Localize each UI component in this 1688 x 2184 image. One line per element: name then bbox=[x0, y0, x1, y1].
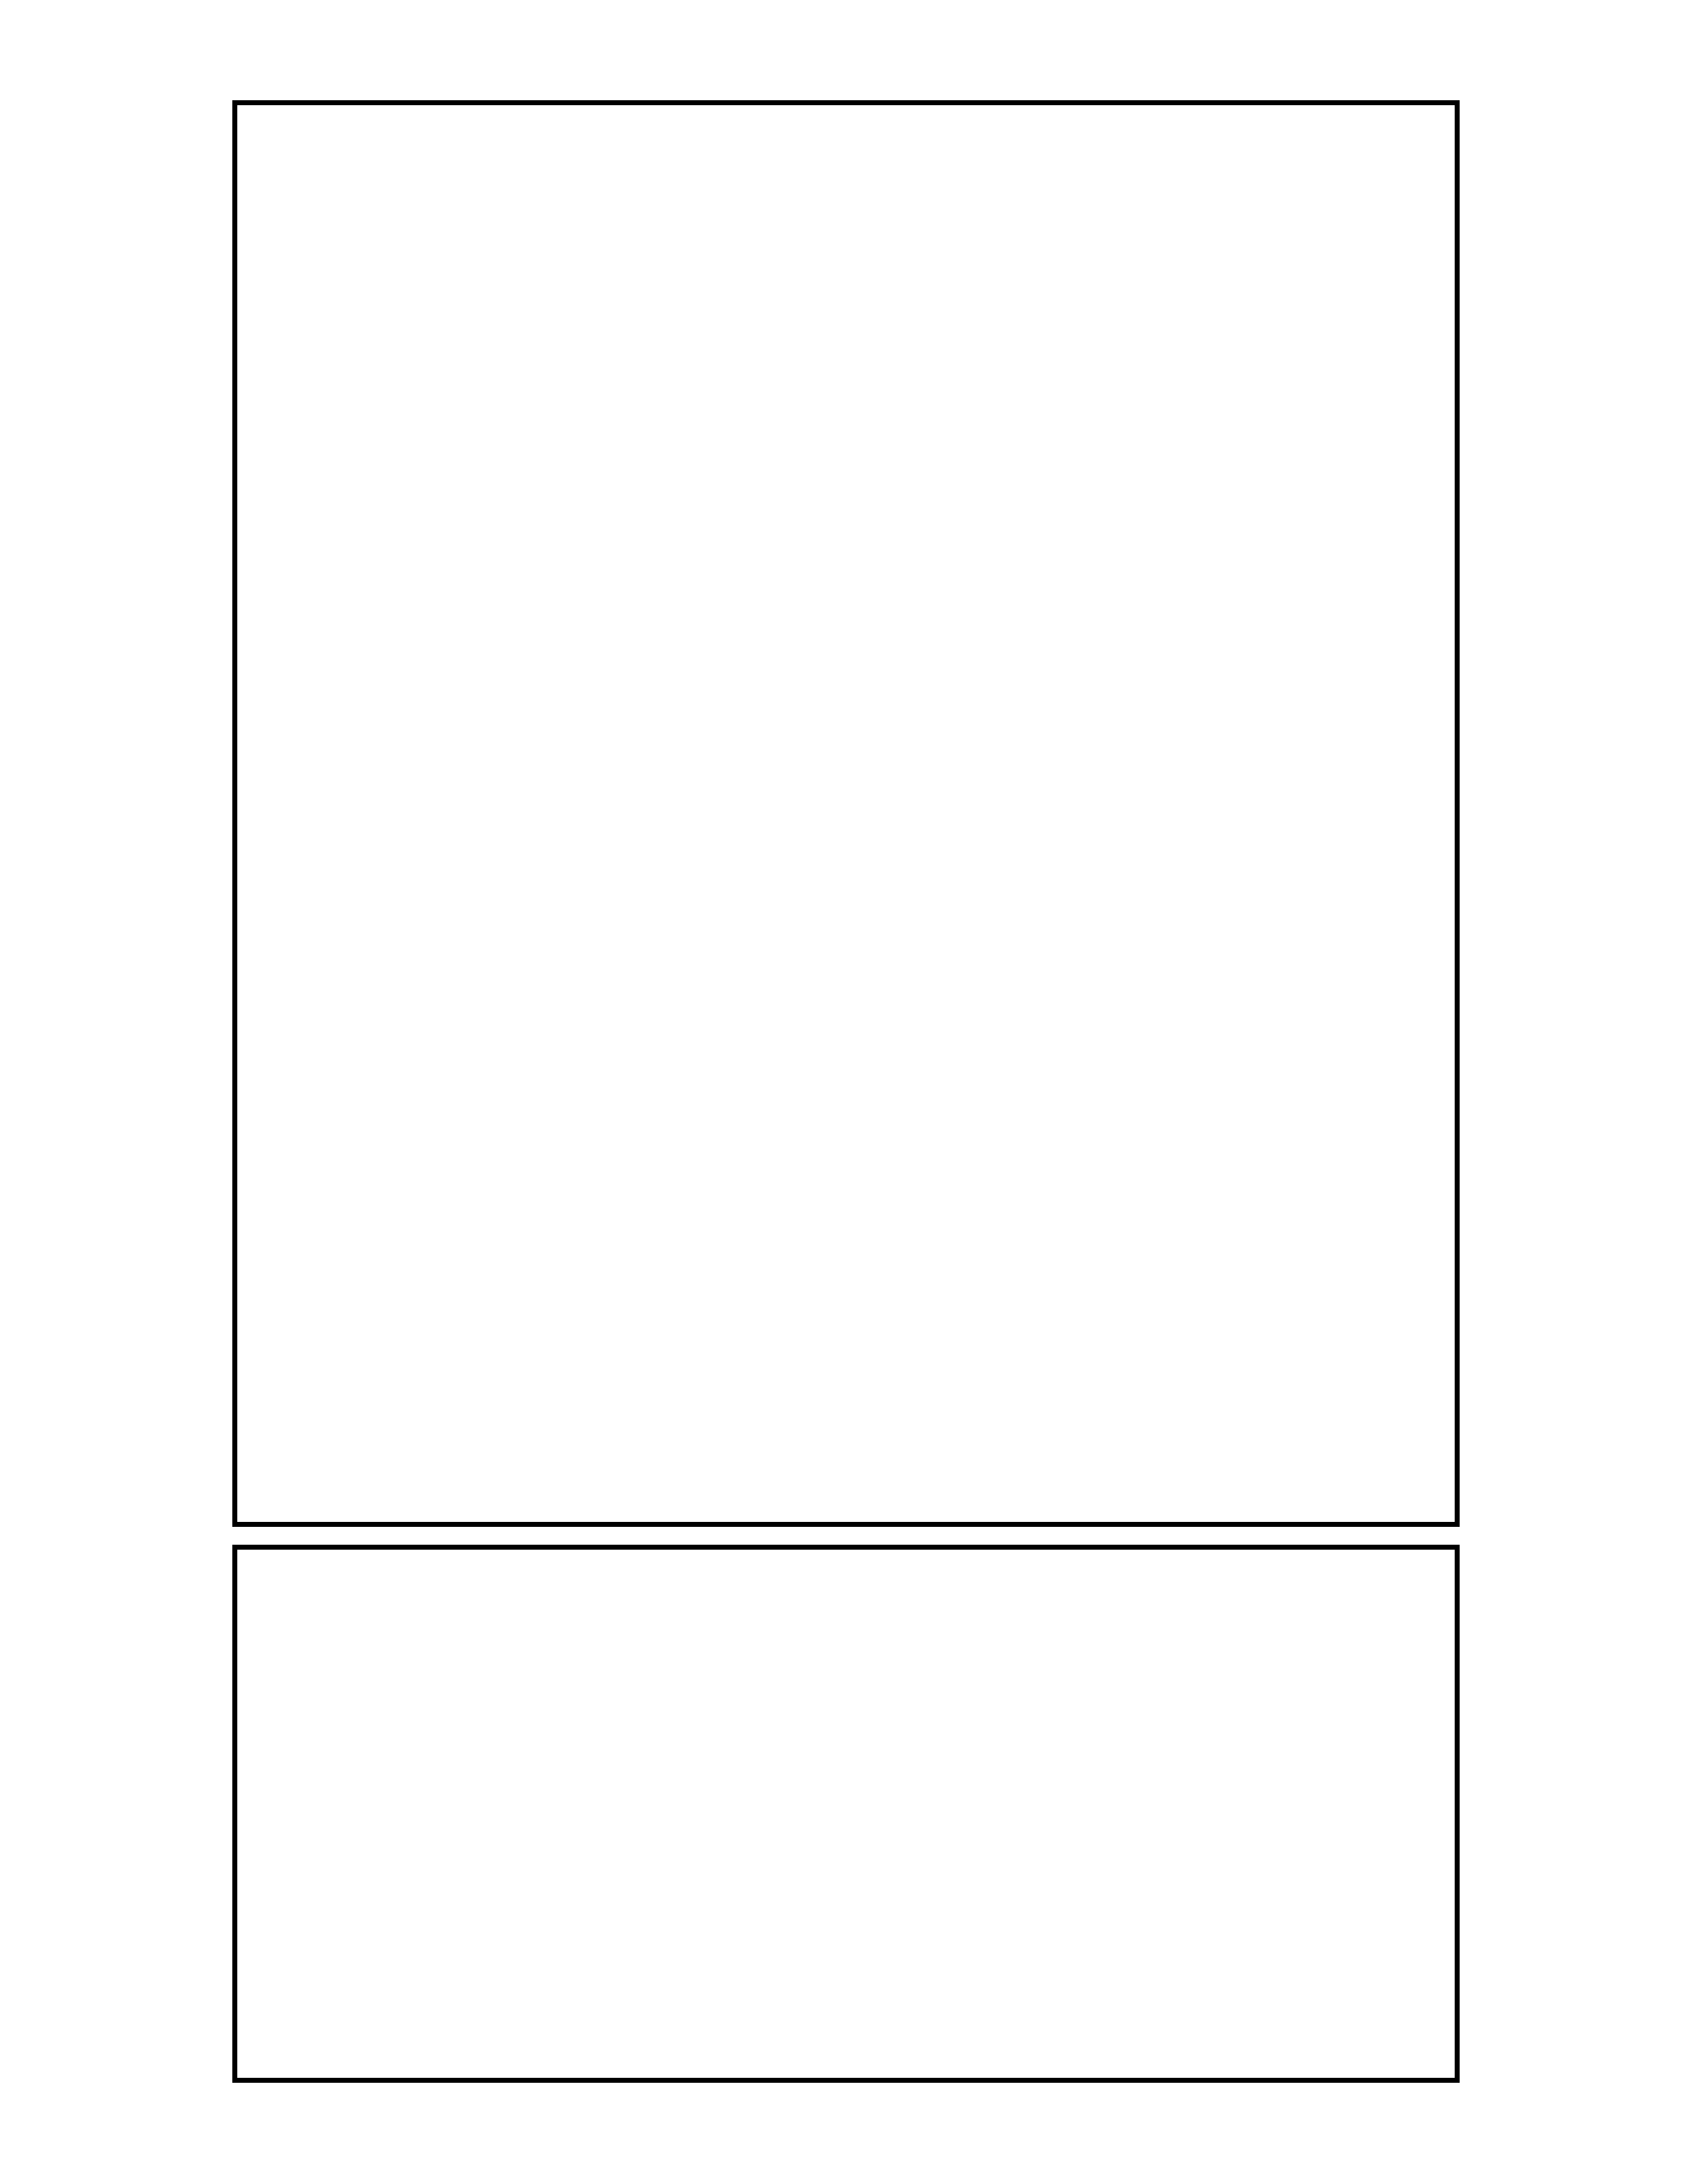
figure-2-panel bbox=[232, 1545, 1460, 2083]
figure-1-panel bbox=[232, 100, 1460, 1527]
page-root bbox=[0, 0, 1688, 2184]
